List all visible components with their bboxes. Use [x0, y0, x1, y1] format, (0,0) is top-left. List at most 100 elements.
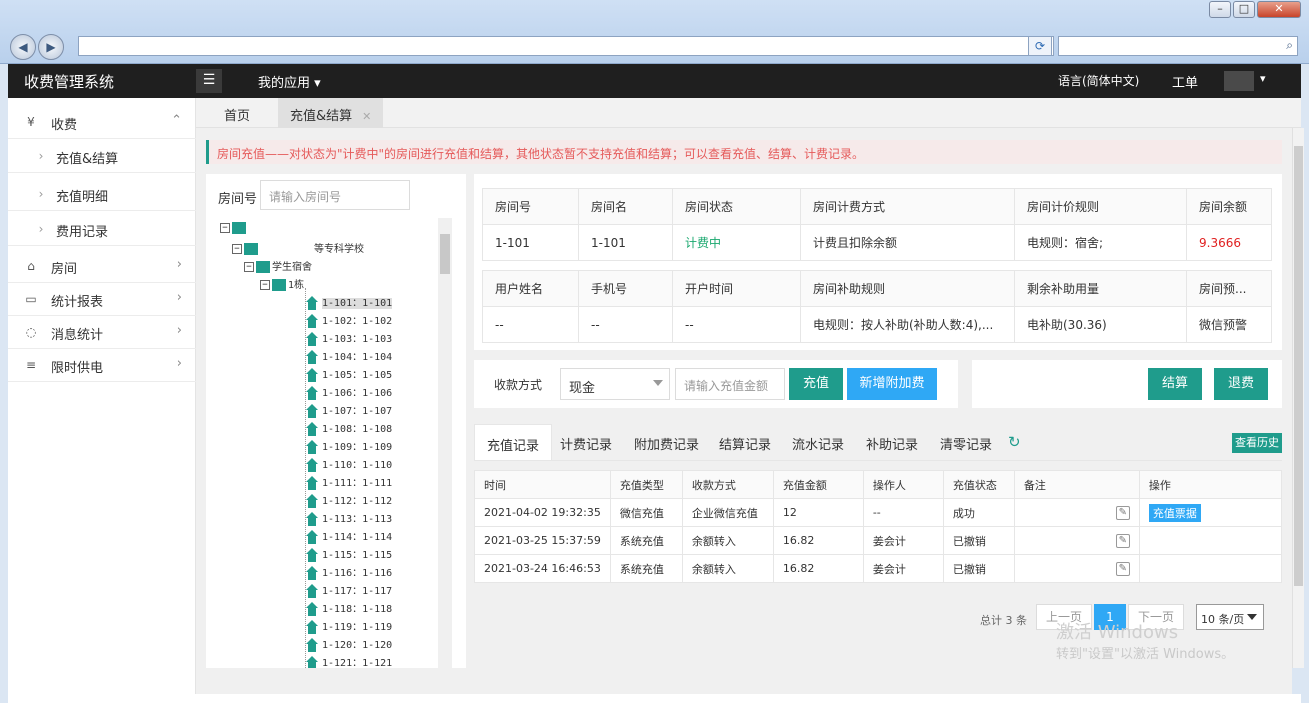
hamburger-menu-icon[interactable]: ☰: [196, 69, 222, 93]
sidebar-item-label: 费用记录: [56, 225, 109, 240]
tab-extra-fee-records[interactable]: 附加费记录: [622, 424, 711, 460]
page-scrollbar-thumb[interactable]: [1294, 146, 1303, 586]
refund-button[interactable]: 退费: [1214, 368, 1268, 400]
sidebar-item-reports[interactable]: ▭ 统计报表 ›: [8, 283, 196, 316]
header-room-number: 房间号: [482, 188, 579, 225]
tree-room-node[interactable]: 1-116：1-116: [306, 564, 392, 580]
room-house-icon: [306, 530, 318, 544]
tree-room-node[interactable]: 1-113：1-113: [306, 510, 392, 526]
room-house-icon: [306, 602, 318, 616]
room-house-icon: [306, 386, 318, 400]
room-search-input[interactable]: 请输入房间号: [260, 180, 410, 210]
collapse-toggle-icon[interactable]: −: [232, 244, 242, 254]
page-scrollbar[interactable]: [1292, 128, 1304, 668]
refresh-icon[interactable]: ↻: [1008, 433, 1021, 451]
tree-room-node[interactable]: 1-114：1-114: [306, 528, 392, 544]
tree-room-node[interactable]: 1-121：1-121: [306, 654, 392, 668]
minimize-button[interactable]: –: [1209, 1, 1231, 18]
remaining-subsidy-value: 电补助(30.36): [1014, 306, 1187, 343]
tree-room-node[interactable]: 1-117：1-117: [306, 582, 392, 598]
tree-room-node[interactable]: 1-119：1-119: [306, 618, 392, 634]
tree-scrollbar[interactable]: [438, 218, 452, 668]
edit-icon[interactable]: ✎: [1115, 561, 1130, 576]
collapse-toggle-icon[interactable]: −: [244, 262, 254, 272]
sidebar-item-rooms[interactable]: ⌂ 房间 ›: [8, 250, 196, 283]
collapse-toggle-icon[interactable]: −: [260, 280, 270, 290]
sidebar-item-messages[interactable]: ◌ 消息统计 ›: [8, 316, 196, 349]
recharge-button[interactable]: 充值: [789, 368, 843, 400]
sidebar-item-charging[interactable]: ¥ 收费 ⌃: [8, 106, 196, 139]
forward-button[interactable]: ▶: [38, 34, 64, 60]
sliders-icon: ≡: [25, 358, 37, 372]
browser-search-input[interactable]: ⌕: [1058, 36, 1298, 56]
recharge-receipt-button[interactable]: 充值票据: [1148, 503, 1201, 522]
tree-scrollbar-thumb[interactable]: [440, 234, 450, 274]
tree-room-node[interactable]: 1-120：1-120: [306, 636, 392, 652]
maximize-button[interactable]: □: [1233, 1, 1255, 18]
tree-room-node[interactable]: 1-110：1-110: [306, 456, 392, 472]
settle-button[interactable]: 结算: [1148, 368, 1202, 400]
recharge-amount-input[interactable]: 请输入充值金额: [675, 368, 785, 400]
address-bar[interactable]: [78, 36, 1054, 56]
view-history-button[interactable]: 查看历史: [1232, 433, 1282, 453]
tree-room-label: 1-111：1-111: [322, 478, 393, 489]
my-apps-menu[interactable]: 我的应用 ▾: [258, 72, 321, 91]
language-selector[interactable]: 语言(简体中文): [1058, 72, 1139, 89]
tree-room-label: 1-108：1-108: [322, 424, 393, 435]
avatar[interactable]: [1224, 71, 1254, 91]
header-billing-method: 房间计费方式: [800, 188, 1015, 225]
tree-room-node[interactable]: 1-109：1-109: [306, 438, 392, 454]
user-menu-chevron-down-icon[interactable]: ▾: [1260, 72, 1266, 85]
add-fee-button[interactable]: 新增附加费: [847, 368, 937, 400]
tab-home[interactable]: 首页: [212, 98, 262, 128]
tree-room-node[interactable]: 1-102：1-102: [306, 312, 392, 328]
tab-recharge-records[interactable]: 充值记录: [474, 424, 553, 461]
cell-amount: 16.82: [772, 526, 864, 555]
tree-room-node[interactable]: 1-118：1-118: [306, 600, 392, 616]
back-button[interactable]: ◀: [10, 34, 36, 60]
tab-recharge-settle[interactable]: 充值&结算 ✕: [278, 98, 384, 128]
cell-remark: ✎: [1013, 498, 1140, 527]
tab-subsidy-records[interactable]: 补助记录: [854, 424, 930, 460]
collapse-toggle-icon[interactable]: −: [220, 223, 230, 233]
tree-room-node[interactable]: 1-112：1-112: [306, 492, 392, 508]
tree-node-building[interactable]: − 1栋: [260, 276, 304, 292]
edit-icon[interactable]: ✎: [1115, 505, 1130, 520]
ticket-link[interactable]: 工单: [1172, 72, 1198, 91]
sidebar-item-timed-power[interactable]: ≡ 限时供电 ›: [8, 349, 196, 382]
page-size-select[interactable]: 10 条/页: [1196, 604, 1264, 630]
room-number-value: 1-101: [482, 224, 579, 261]
tree-room-node[interactable]: 1-101：1-101: [306, 294, 393, 310]
refresh-icon[interactable]: ⟳: [1028, 36, 1052, 56]
cell-status: 已撤销: [942, 554, 1015, 583]
edit-icon[interactable]: ✎: [1115, 533, 1130, 548]
tab-flow-records[interactable]: 流水记录: [780, 424, 856, 460]
tab-settle-records[interactable]: 结算记录: [707, 424, 783, 460]
tree-room-node[interactable]: 1-107：1-107: [306, 402, 392, 418]
tab-reset-records[interactable]: 清零记录: [928, 424, 1004, 460]
cell-action: 充值票据: [1138, 498, 1283, 527]
close-tab-icon[interactable]: ✕: [362, 110, 371, 123]
tree-room-node[interactable]: 1-111：1-111: [306, 474, 392, 490]
tree-room-node[interactable]: 1-103：1-103: [306, 330, 392, 346]
room-house-icon: [306, 422, 318, 436]
close-window-button[interactable]: ✕: [1257, 1, 1301, 18]
sidebar-item-label: 消息统计: [51, 328, 104, 343]
sidebar-item-fee-records[interactable]: › 费用记录: [8, 213, 196, 246]
header-room-balance: 房间余额: [1186, 188, 1272, 225]
payment-method-select[interactable]: 现金: [560, 368, 670, 400]
tree-node-dorm[interactable]: − 学生宿舍: [244, 258, 312, 274]
tree-room-node[interactable]: 1-115：1-115: [306, 546, 392, 562]
chevron-right-icon: ›: [176, 323, 182, 338]
tree-room-node[interactable]: 1-108：1-108: [306, 420, 392, 436]
sidebar-item-recharge-settle[interactable]: › 充值&结算: [8, 140, 196, 173]
footer-strip: [8, 694, 1301, 703]
tree-room-node[interactable]: 1-106：1-106: [306, 384, 392, 400]
tree-node-school[interactable]: − 等专科学校: [232, 240, 364, 256]
phone-value: --: [578, 306, 673, 343]
tree-room-node[interactable]: 1-105：1-105: [306, 366, 392, 382]
tab-billing-records[interactable]: 计费记录: [548, 424, 624, 460]
tree-room-node[interactable]: 1-104：1-104: [306, 348, 392, 364]
sidebar-item-recharge-detail[interactable]: › 充值明细: [8, 178, 196, 211]
tree-node-root[interactable]: −: [220, 222, 248, 238]
